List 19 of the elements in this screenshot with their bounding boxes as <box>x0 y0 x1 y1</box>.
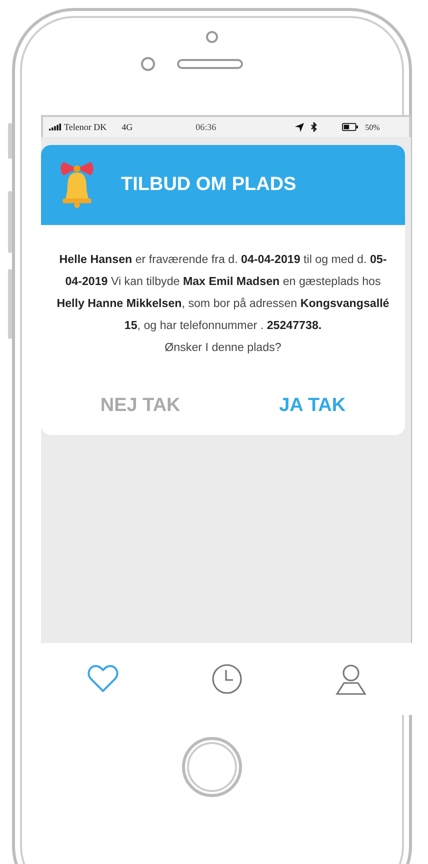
sensor-dot <box>141 57 155 71</box>
decline-button[interactable]: NEJ TAK <box>80 389 200 424</box>
heart-icon <box>87 663 119 695</box>
status-time: 06:36 <box>196 122 216 132</box>
location-arrow-icon <box>295 122 304 132</box>
offer-message: Helle Hansen er fraværende fra d. 04-04-2019 til og med d. 05-04-2019 Vi kan tilbyde Max Emil Madsen en gæsteplads hos Helly Hanne Mikkelsen, som bor på adressen Kongsvangsallé 15, og har telefonnummer . 25247738. <box>56 252 390 334</box>
signal-icon <box>49 123 61 131</box>
dialog-title: TILBUD OM PLADS <box>121 174 296 196</box>
offer-question: Ønsker I denne plads? <box>164 340 282 356</box>
bluetooth-icon <box>311 122 318 132</box>
battery-icon <box>342 123 358 131</box>
speaker-grille <box>177 59 243 69</box>
carrier-name: Telenor DK <box>64 122 107 132</box>
profile-icon <box>335 663 367 695</box>
clock-icon <box>211 663 243 695</box>
accept-button[interactable]: JA TAK <box>259 389 366 424</box>
camera-lens <box>206 31 218 43</box>
battery-percent: 50% <box>365 122 380 132</box>
network-type: 4G <box>122 122 133 132</box>
